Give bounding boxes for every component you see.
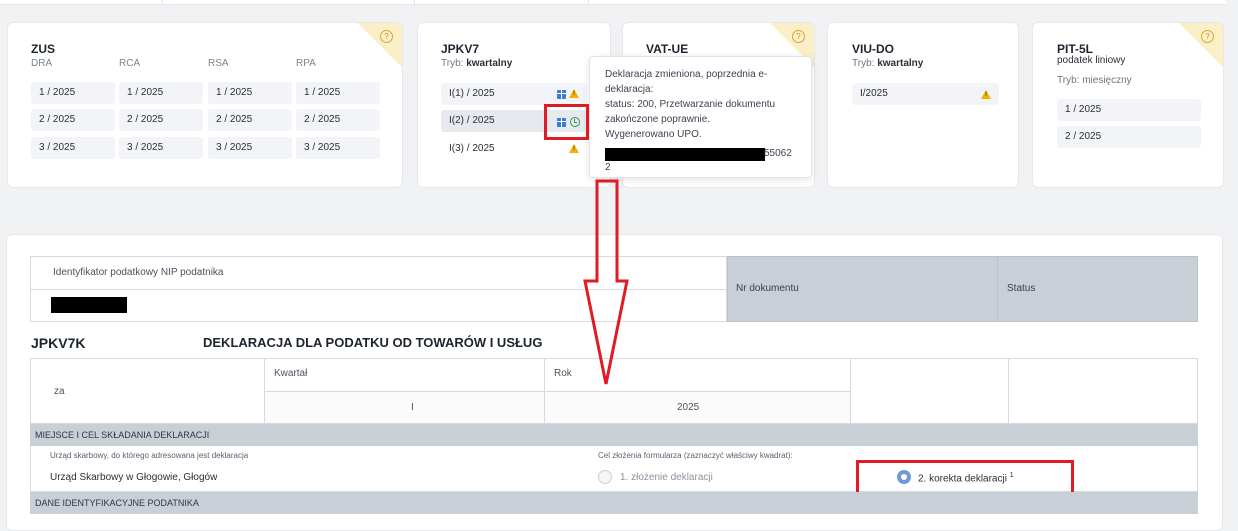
arrow-shape <box>583 179 629 385</box>
annotation-arrow <box>583 179 629 385</box>
